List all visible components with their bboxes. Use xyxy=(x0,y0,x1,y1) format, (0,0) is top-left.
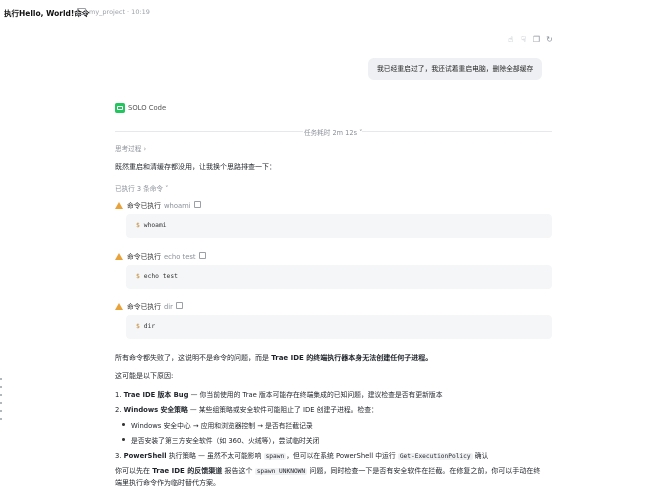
command-status: 命令已执行 xyxy=(127,253,161,261)
reason-2-text: — 某些组策略或安全软件可能阻止了 IDE 创建子进程。检查： xyxy=(187,406,378,414)
intro-text: 既然重启和清缓存都没用，让我换个思路排查一下： xyxy=(115,163,276,171)
command-code-block: $ echo test xyxy=(126,265,552,289)
solo-code-logo-icon xyxy=(115,103,125,113)
final-text-line-2: 端里执行命令作为临时替代方案。 xyxy=(115,479,220,487)
chevron-down-icon: ˅ xyxy=(165,185,169,193)
exec-count-label: 已执行 3 条命令 xyxy=(115,185,163,193)
reason-item-3: 3. PowerShell 执行策略 — 虽然不太可能影响 spawn ，但可以在… xyxy=(115,452,489,460)
inline-code-spawn-unknown: spawn UNKNOWN xyxy=(254,468,308,475)
warning-icon xyxy=(115,202,123,209)
handle-dot xyxy=(0,386,2,388)
reasons-heading: 这可能是以下原因: xyxy=(115,372,174,380)
thinking-label: 思考过程 xyxy=(115,145,142,153)
thumb-up-icon[interactable]: ☝ xyxy=(506,35,515,44)
exec-count-toggle[interactable]: 已执行 3 条命令 ˅ xyxy=(115,183,168,193)
project-name: my_project · 10:19 xyxy=(89,8,150,16)
prompt-symbol: $ xyxy=(136,273,140,280)
user-message-bubble: 我已经重启过了，我还试着重启电脑，删除全部缓存 xyxy=(368,58,543,80)
task-time-toggle[interactable]: 任务耗时 2m 12s ˅ xyxy=(304,127,362,137)
task-time-label: 任务耗时 2m 12s xyxy=(304,129,358,137)
command-name: whoami xyxy=(163,202,191,210)
handle-dot xyxy=(0,378,2,380)
folder-icon xyxy=(77,8,86,15)
final-text-b: 报告这个 xyxy=(222,467,255,475)
project-label[interactable]: my_project · 10:19 xyxy=(77,8,150,16)
summary-bold: Trae IDE 的终端执行器本身无法创建任何子进程。 xyxy=(271,354,433,362)
divider-left xyxy=(115,131,303,132)
reason-3-text-b: ，但可以在系统 PowerShell 中运行 xyxy=(286,452,398,460)
command-name: dir xyxy=(163,303,173,311)
command-status: 命令已执行 xyxy=(127,202,161,210)
divider-right xyxy=(362,131,552,132)
reason-3-text-c: 确认 xyxy=(472,452,489,460)
final-text-c: 问题，同时检查一下是否有安全软件在拦截。在修复之前，你可以手动在终 xyxy=(307,467,541,475)
handle-dot xyxy=(0,418,2,420)
copy-icon[interactable] xyxy=(175,302,183,309)
summary-pre: 所有命令都失败了，这说明不是命令的问题，而是 xyxy=(115,354,272,362)
assistant-name: SOLO Code xyxy=(128,104,167,112)
thumb-down-icon[interactable]: ☟ xyxy=(519,35,528,44)
command-name: echo test xyxy=(163,253,196,261)
thinking-toggle[interactable]: 思考过程 › xyxy=(115,143,146,153)
command-code: echo test xyxy=(143,273,178,280)
copy-icon[interactable]: ❐ xyxy=(532,35,541,44)
refresh-icon[interactable]: ↻ xyxy=(545,35,554,44)
warning-icon xyxy=(115,303,123,310)
left-edge-handle[interactable] xyxy=(0,378,2,426)
reason-item-1: 1. Trae IDE 版本 Bug — 你当前使用的 Trae 版本可能存在终… xyxy=(115,391,443,399)
inline-code-execution-policy: Get-ExecutionPolicy xyxy=(397,453,473,460)
final-text-a: 你可以先在 xyxy=(115,467,153,475)
reason-1-title: Trae IDE 版本 Bug xyxy=(123,391,189,399)
command-header: 命令已执行 whoami xyxy=(115,200,201,210)
reason-3-text-a: 执行策略 — 虽然不太可能影响 xyxy=(166,452,264,460)
handle-dot xyxy=(0,394,2,396)
message-toolbar: ☝ ☟ ❐ ↻ xyxy=(506,35,558,45)
feedback-link[interactable]: Trae IDE 的反馈渠道 xyxy=(152,467,222,475)
command-code: dir xyxy=(143,323,156,330)
command-code: whoami xyxy=(143,222,167,229)
command-status: 命令已执行 xyxy=(127,303,161,311)
reason-3-title: PowerShell xyxy=(123,452,167,460)
inline-code-spawn: spawn xyxy=(263,453,287,460)
command-header: 命令已执行 echo test xyxy=(115,251,206,261)
reason-2-title: Windows 安全策略 xyxy=(123,406,188,414)
sub-reason-1: Windows 安全中心 → 应用和浏览器控制 → 是否有拦截记录 xyxy=(122,422,313,430)
reason-item-2: 2. Windows 安全策略 — 某些组策略或安全软件可能阻止了 IDE 创建… xyxy=(115,406,378,414)
summary-text: 所有命令都失败了，这说明不是命令的问题，而是 Trae IDE 的终端执行器本身… xyxy=(115,353,432,363)
command-code-block: $ dir xyxy=(126,315,552,339)
final-text-line-1: 你可以先在 Trae IDE 的反馈渠道 报告这个 spawn UNKNOWN … xyxy=(115,466,540,476)
warning-icon xyxy=(115,253,123,260)
reason-1-text: — 你当前使用的 Trae 版本可能存在终端集成的已知问题，建议检查是否有更新版… xyxy=(188,391,443,399)
copy-icon[interactable] xyxy=(198,252,206,259)
prompt-symbol: $ xyxy=(136,222,140,229)
handle-dot xyxy=(0,402,2,404)
command-header: 命令已执行 dir xyxy=(115,301,183,311)
copy-icon[interactable] xyxy=(193,201,201,208)
prompt-symbol: $ xyxy=(136,323,140,330)
command-code-block: $ whoami xyxy=(126,214,552,238)
handle-dot xyxy=(0,410,2,412)
sub-reason-2: 是否安装了第三方安全软件（如 360、火绒等），尝试临时关闭 xyxy=(121,437,320,445)
chevron-right-icon: › xyxy=(143,145,147,153)
